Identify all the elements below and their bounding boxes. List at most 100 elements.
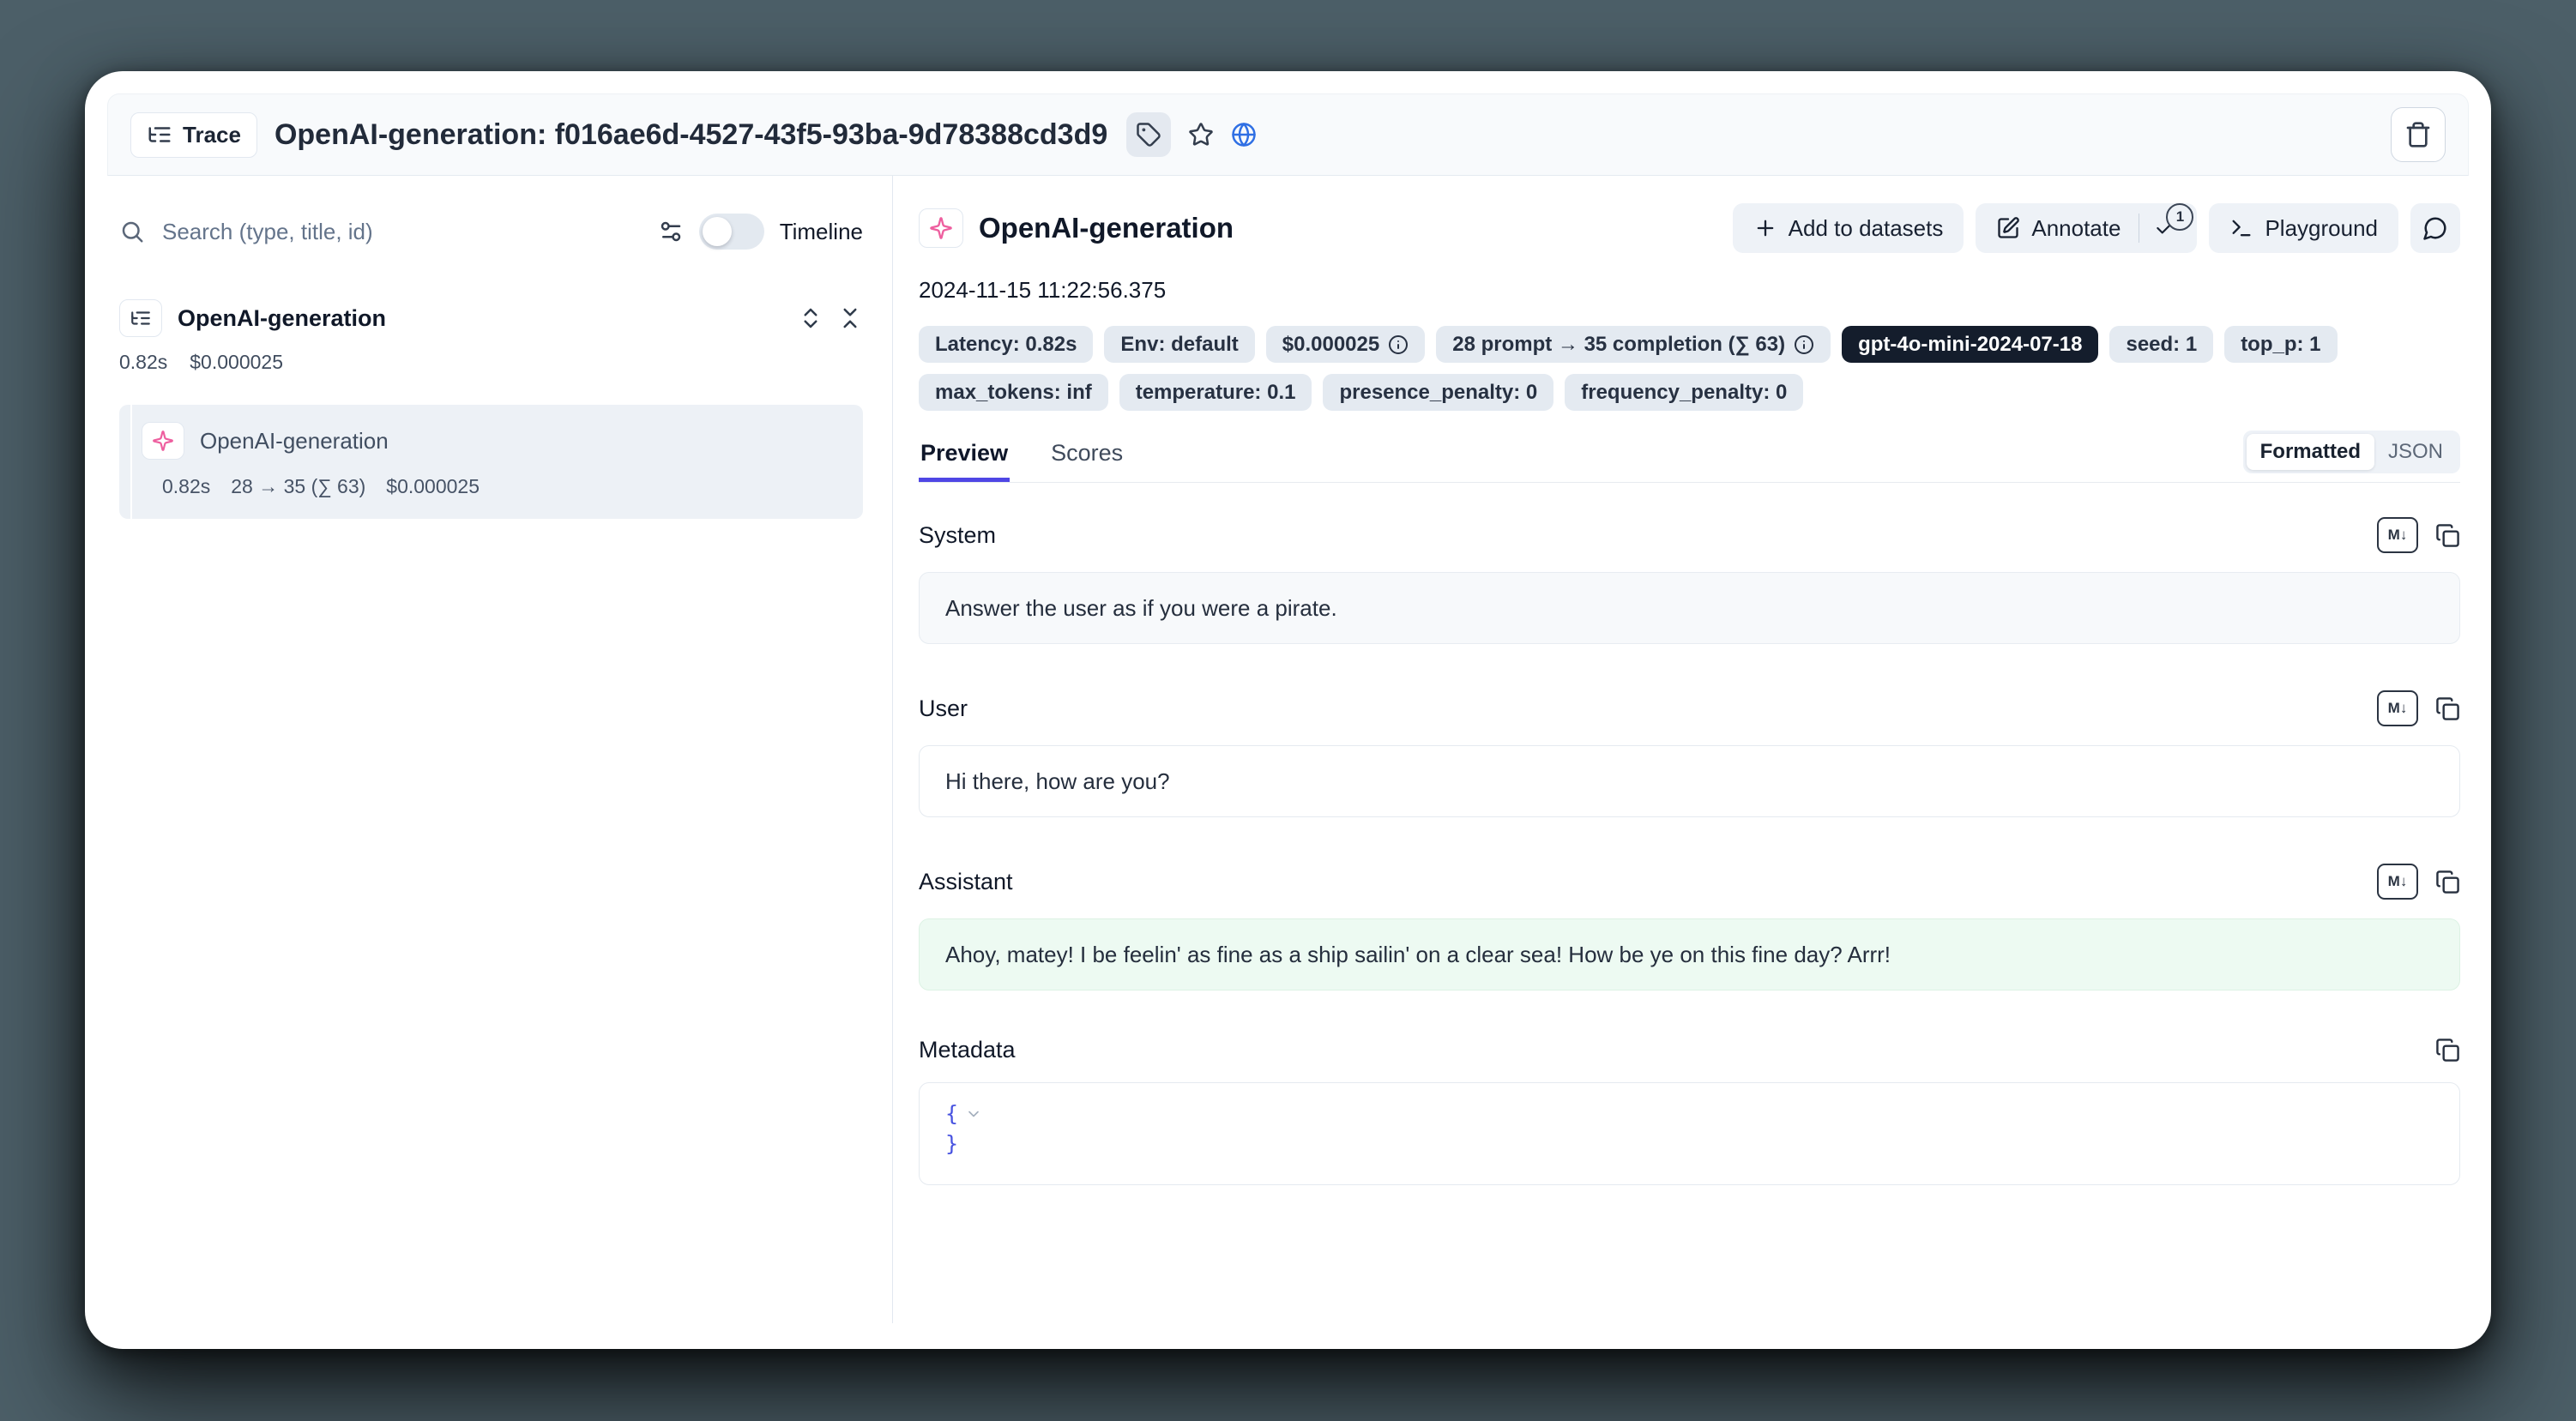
markdown-toggle-button[interactable]: M↓ [2377, 690, 2418, 726]
delete-trace-button[interactable] [2391, 107, 2446, 162]
playground-label: Playground [2265, 215, 2378, 242]
add-to-datasets-button[interactable]: Add to datasets [1733, 203, 1964, 253]
generation-actions: Add to datasets Annotate 1 [1733, 203, 2460, 253]
annotate-count-badge: 1 [2166, 203, 2193, 231]
playground-button[interactable]: Playground [2209, 203, 2398, 253]
generation-detail-panel: OpenAI-generation Add to datasets Annota… [893, 176, 2491, 1349]
info-icon [1794, 334, 1814, 355]
filter-settings-button[interactable] [658, 219, 684, 244]
observation-tree: OpenAI-generation 0.82s $0.000025 [119, 299, 863, 519]
user-label: User [919, 695, 968, 722]
format-toggle-formatted[interactable]: Formatted [2247, 434, 2374, 470]
copy-button[interactable] [2435, 1038, 2460, 1063]
copy-icon [2435, 523, 2460, 548]
tree-child-label: OpenAI-generation [200, 428, 389, 455]
terminal-icon [2229, 216, 2253, 240]
assistant-section: Assistant M↓ Ahoy, matey! I be feelin' a… [919, 864, 2460, 990]
expand-all-icon[interactable] [798, 305, 823, 331]
trace-title-actions [1126, 112, 1257, 157]
trace-header-bar: Trace OpenAI-generation: f016ae6d-4527-4… [107, 93, 2469, 176]
root-latency: 0.82s [119, 351, 167, 374]
seed-badge: seed: 1 [2109, 326, 2213, 363]
frequency-penalty-badge: frequency_penalty: 0 [1565, 374, 1803, 411]
tree-root-item[interactable]: OpenAI-generation [119, 299, 863, 337]
list-tree-icon [147, 122, 172, 148]
system-section: System M↓ Answer the user as if you were… [919, 517, 2460, 644]
copy-icon [2435, 696, 2460, 721]
badge-row-2: max_tokens: inf temperature: 0.1 presenc… [919, 374, 2460, 411]
message-sections: System M↓ Answer the user as if you were… [919, 517, 2460, 1185]
child-latency: 0.82s [162, 475, 210, 498]
search-input[interactable] [160, 218, 642, 246]
add-to-datasets-label: Add to datasets [1789, 215, 1944, 242]
annotate-button[interactable]: Annotate 1 [1976, 203, 2197, 253]
detail-tabs: Preview Scores Formatted JSON [919, 440, 2460, 483]
annotate-dropdown[interactable]: 1 [2154, 217, 2176, 239]
assistant-message-box: Ahoy, matey! I be feelin' as fine as a s… [919, 918, 2460, 990]
copy-button[interactable] [2435, 523, 2460, 548]
env-badge: Env: default [1104, 326, 1254, 363]
trash-icon [2404, 121, 2432, 148]
tree-controls [798, 305, 863, 331]
desktop-background: Trace OpenAI-generation: f016ae6d-4527-4… [0, 0, 2576, 1421]
badge-row-1: Latency: 0.82s Env: default $0.000025 28… [919, 326, 2460, 363]
json-collapse-caret[interactable] [965, 1105, 982, 1123]
tree-root-label: OpenAI-generation [178, 305, 386, 332]
comment-bubble-icon [2422, 215, 2448, 241]
trace-detail-window: Trace OpenAI-generation: f016ae6d-4527-4… [85, 71, 2491, 1349]
root-cost: $0.000025 [190, 351, 283, 374]
token-usage-badge[interactable]: 28 prompt → 35 completion (∑ 63) [1436, 326, 1831, 363]
copy-button[interactable] [2435, 870, 2460, 894]
tab-scores[interactable]: Scores [1049, 440, 1125, 482]
tab-preview[interactable]: Preview [919, 440, 1010, 482]
generation-timestamp: 2024-11-15 11:22:56.375 [919, 277, 2460, 304]
sliders-icon [658, 219, 684, 244]
format-toggle: Formatted JSON [2243, 431, 2460, 473]
trace-node-badge [119, 299, 162, 337]
tag-button[interactable] [1126, 112, 1171, 157]
child-tokens: 28 → 35 (∑ 63) [231, 475, 365, 498]
metadata-close-brace: } [945, 1129, 958, 1159]
pencil-square-icon [1996, 216, 2020, 240]
system-message-text: Answer the user as if you were a pirate. [945, 595, 1337, 622]
latency-badge: Latency: 0.82s [919, 326, 1093, 363]
format-toggle-json[interactable]: JSON [2374, 434, 2457, 470]
tree-search-row: Timeline [119, 214, 863, 250]
user-message-box: Hi there, how are you? [919, 745, 2460, 817]
copy-icon [2435, 870, 2460, 894]
trace-type-badge: Trace [130, 112, 257, 158]
tree-child-item-selected[interactable]: OpenAI-generation 0.82s 28 → 35 (∑ 63) $… [119, 405, 863, 519]
star-button[interactable] [1188, 122, 1214, 148]
star-icon [1188, 122, 1214, 148]
timeline-toggle[interactable] [699, 214, 764, 250]
copy-button[interactable] [2435, 696, 2460, 721]
metadata-open-brace: { [945, 1099, 958, 1129]
info-icon [1388, 334, 1409, 355]
assistant-label: Assistant [919, 869, 1013, 895]
cost-badge[interactable]: $0.000025 [1266, 326, 1425, 363]
observation-tree-sidebar: Timeline OpenAI-generation [85, 176, 892, 1349]
trace-title: OpenAI-generation: f016ae6d-4527-43f5-93… [274, 118, 1107, 152]
public-link-button[interactable] [1231, 122, 1257, 148]
temperature-badge: temperature: 0.1 [1119, 374, 1312, 411]
max-tokens-badge: max_tokens: inf [919, 374, 1108, 411]
plus-icon [1753, 216, 1777, 240]
collapse-all-icon[interactable] [837, 305, 863, 331]
system-label: System [919, 522, 996, 549]
tree-child-metrics: 0.82s 28 → 35 (∑ 63) $0.000025 [162, 475, 844, 498]
comment-button[interactable] [2410, 203, 2460, 253]
trace-body: Timeline OpenAI-generation [85, 176, 2491, 1349]
generation-header: OpenAI-generation Add to datasets Annota… [919, 203, 2460, 253]
assistant-message-text: Ahoy, matey! I be feelin' as fine as a s… [945, 942, 1891, 968]
annotate-label: Annotate [2031, 215, 2121, 242]
top-p-badge: top_p: 1 [2224, 326, 2337, 363]
metadata-section: Metadata { [919, 1037, 2460, 1185]
markdown-toggle-button[interactable]: M↓ [2377, 517, 2418, 553]
markdown-toggle-button[interactable]: M↓ [2377, 864, 2418, 900]
user-section: User M↓ Hi there, how are you? [919, 690, 2460, 817]
generation-title: OpenAI-generation [979, 212, 1234, 244]
model-badge[interactable]: gpt-4o-mini-2024-07-18 [1842, 326, 2098, 363]
tree-root-metrics: 0.82s $0.000025 [119, 351, 863, 374]
presence-penalty-badge: presence_penalty: 0 [1323, 374, 1553, 411]
trace-badge-label: Trace [183, 122, 241, 148]
